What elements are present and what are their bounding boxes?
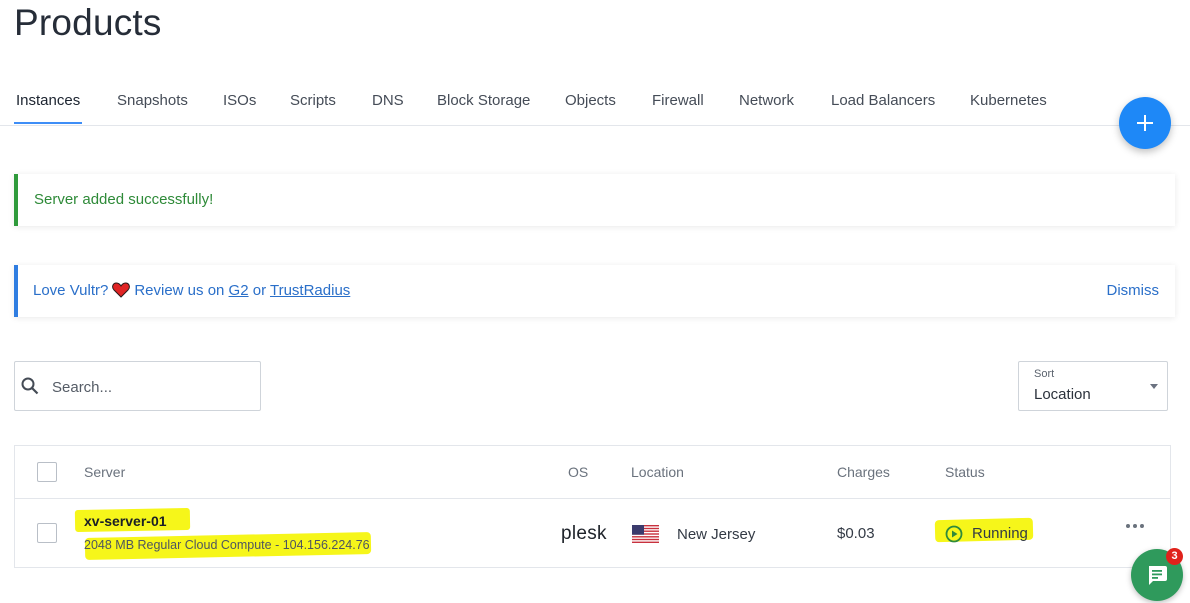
active-tab-indicator	[14, 122, 82, 124]
location-text: New Jersey	[677, 526, 756, 543]
tab-snapshots[interactable]: Snapshots	[117, 92, 188, 109]
sort-value: Location	[1034, 386, 1091, 403]
plesk-logo: plesk	[561, 523, 607, 544]
sort-select[interactable]: Sort Location	[1018, 361, 1168, 411]
plus-icon	[1137, 115, 1153, 131]
header-location: Location	[631, 464, 684, 480]
header-status: Status	[945, 464, 985, 480]
header-charges: Charges	[837, 464, 890, 480]
tab-objects[interactable]: Objects	[565, 92, 616, 109]
table-row[interactable]: xv-server-01 2048 MB Regular Cloud Compu…	[15, 499, 1170, 567]
tab-block-storage[interactable]: Block Storage	[437, 92, 530, 109]
tab-network[interactable]: Network	[739, 92, 794, 109]
trustradius-link[interactable]: TrustRadius	[270, 282, 350, 299]
row-checkbox[interactable]	[37, 523, 57, 543]
table-header: Server OS Location Charges Status	[15, 446, 1170, 499]
caret-down-icon	[1150, 384, 1158, 389]
dismiss-button[interactable]: Dismiss	[1107, 282, 1160, 299]
more-options-icon[interactable]	[1125, 519, 1147, 533]
tab-instances[interactable]: Instances	[16, 92, 80, 109]
product-tabs: Instances Snapshots ISOs Scripts DNS Blo…	[0, 88, 1190, 126]
search-box	[14, 361, 261, 411]
tab-load-balancers[interactable]: Load Balancers	[831, 92, 935, 109]
header-server: Server	[84, 464, 126, 480]
server-name[interactable]: xv-server-01	[84, 513, 167, 529]
tab-isos[interactable]: ISOs	[223, 92, 256, 109]
notification-badge: 3	[1166, 548, 1183, 565]
charges-text: $0.03	[837, 525, 875, 542]
play-circle-icon	[945, 525, 963, 543]
review-or: or	[252, 282, 267, 299]
search-icon	[21, 377, 39, 395]
review-prefix: Love Vultr?	[33, 282, 109, 299]
heart-icon	[112, 282, 131, 302]
tab-kubernetes[interactable]: Kubernetes	[970, 92, 1047, 109]
status-text: Running	[972, 525, 1028, 542]
success-alert-text: Server added successfully!	[34, 191, 214, 208]
select-all-checkbox[interactable]	[37, 462, 57, 482]
g2-link[interactable]: G2	[229, 282, 249, 299]
tab-scripts[interactable]: Scripts	[290, 92, 336, 109]
add-instance-button[interactable]	[1119, 97, 1171, 149]
tab-dns[interactable]: DNS	[372, 92, 404, 109]
success-alert: Server added successfully!	[14, 174, 1175, 226]
header-os: OS	[568, 464, 589, 480]
review-middle: Review us on	[134, 282, 225, 299]
chat-icon	[1149, 566, 1167, 585]
sort-label: Sort	[1034, 368, 1055, 380]
search-input[interactable]	[50, 374, 254, 400]
review-alert: Love Vultr? Review us on G2 or TrustRadiu…	[14, 265, 1175, 317]
us-flag-icon	[632, 525, 659, 543]
page-title: Products	[14, 2, 162, 43]
tab-firewall[interactable]: Firewall	[652, 92, 704, 109]
server-details: 2048 MB Regular Cloud Compute - 104.156.…	[84, 538, 370, 552]
instances-table: Server OS Location Charges Status xv-ser…	[14, 445, 1171, 568]
